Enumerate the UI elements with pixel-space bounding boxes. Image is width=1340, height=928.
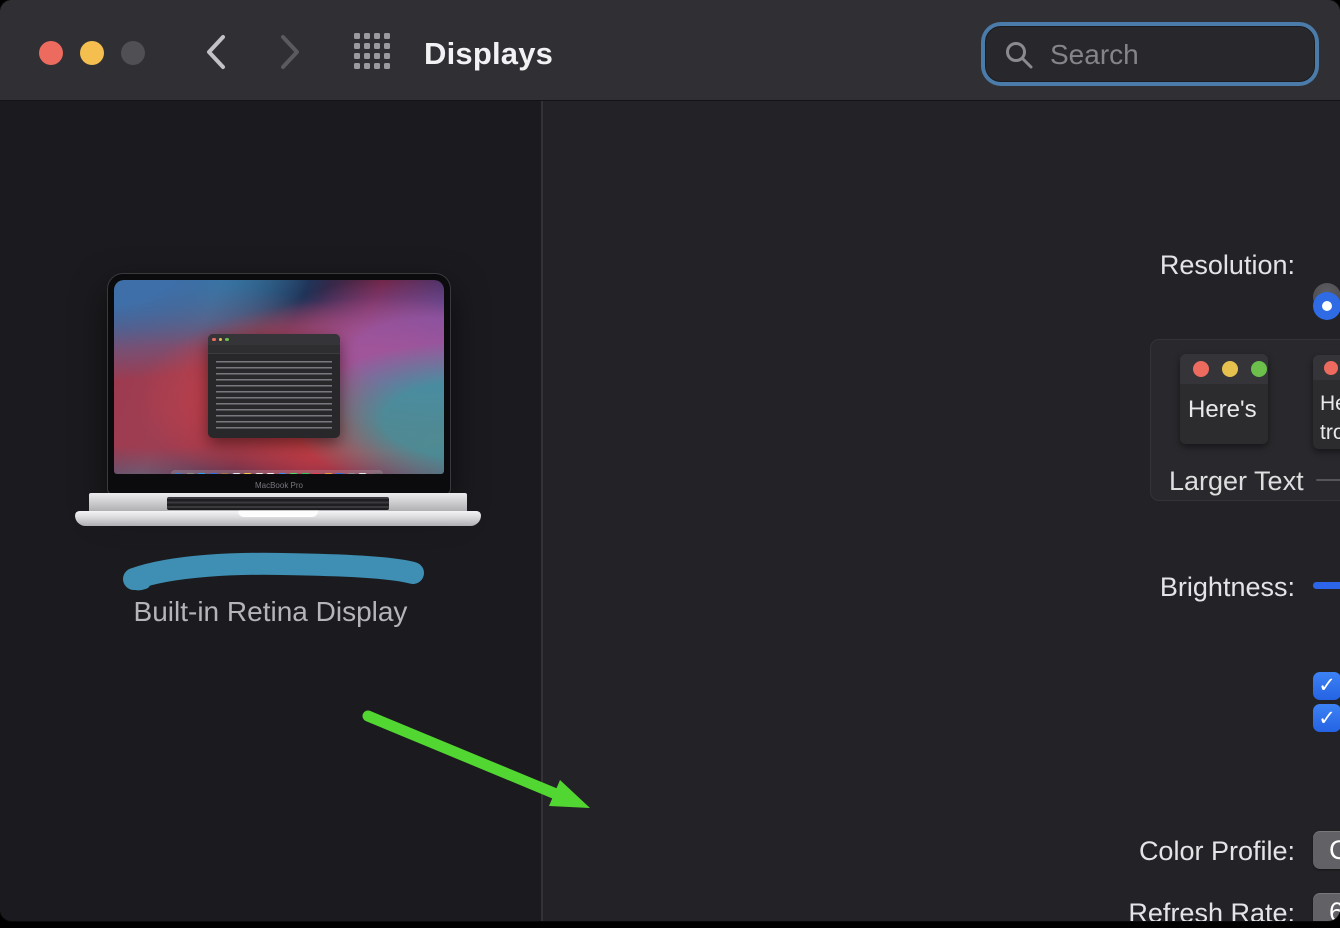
macbook-wallpaper xyxy=(114,280,444,474)
chevron-left-icon xyxy=(207,35,225,69)
minimize-button[interactable] xyxy=(80,41,104,65)
color-profile-value: Color LCD xyxy=(1329,834,1340,865)
macbook-bezel-label: MacBook Pro xyxy=(254,481,304,490)
larger-text-label: Larger Text xyxy=(1169,466,1304,496)
chevron-right-icon xyxy=(281,35,299,69)
mini-textedit-window xyxy=(208,334,340,438)
show-all-grid-icon[interactable] xyxy=(354,33,392,71)
displays-window: Displays Search MacBook Pro Built-in Ret… xyxy=(0,0,1340,921)
resolution-option-scaled[interactable]: Scaled xyxy=(1313,290,1340,321)
refresh-rate-label: Refresh Rate: xyxy=(1128,898,1295,921)
scale-thumbnail-1[interactable]: Here's xyxy=(1180,354,1268,444)
settings-panel: Resolution: Default for Display Scaled H… xyxy=(543,101,1340,921)
checkbox-checked-icon[interactable]: ✓ xyxy=(1313,704,1340,732)
macbook-deck xyxy=(89,493,467,513)
forward-button[interactable] xyxy=(268,30,312,74)
macbook-keyboard xyxy=(167,497,389,510)
scaled-resolution-box: Here's Here's to troublem Here's to t xyxy=(1150,339,1340,501)
color-profile-label: Color Profile: xyxy=(1138,836,1295,866)
redaction-scribble xyxy=(123,552,424,591)
titlebar: Displays xyxy=(0,0,1340,101)
macbook-illustration: MacBook Pro xyxy=(75,273,481,529)
refresh-rate-dropdown[interactable]: 60 Hertz xyxy=(1313,893,1340,921)
search-input[interactable] xyxy=(1048,27,1302,83)
radio-selected-icon[interactable] xyxy=(1313,291,1340,320)
display-name-label: Built-in Retina Display xyxy=(133,596,408,627)
back-button[interactable] xyxy=(194,30,238,74)
thumb-text: Here's to xyxy=(1320,392,1340,415)
brightness-slider[interactable] xyxy=(1313,571,1340,599)
search-field[interactable] xyxy=(985,26,1315,83)
macbook-front-edge xyxy=(75,511,481,526)
macbook-screen: MacBook Pro xyxy=(107,273,451,495)
display-preview-panel: MacBook Pro Built-in Retina Display Add … xyxy=(0,101,541,921)
zoom-button-disabled xyxy=(121,41,145,65)
brightness-label: Brightness: xyxy=(1159,572,1295,602)
close-button[interactable] xyxy=(39,41,63,65)
refresh-rate-value: 60 Hertz xyxy=(1329,896,1340,922)
resolution-label: Resolution: xyxy=(1159,250,1295,280)
true-tone-row[interactable]: ✓ True Tone xyxy=(1313,687,1340,749)
thumb-text: Here's xyxy=(1188,396,1257,423)
search-icon xyxy=(1006,42,1033,69)
thumb-text: troublem xyxy=(1320,421,1340,444)
scale-thumbnail-2[interactable]: Here's to troublem xyxy=(1313,355,1340,449)
page-title: Displays xyxy=(424,36,554,71)
slider-fill xyxy=(1313,582,1340,589)
scaled-divider xyxy=(1316,479,1340,481)
color-profile-dropdown[interactable]: Color LCD xyxy=(1313,831,1340,869)
macos-dock xyxy=(171,470,383,474)
